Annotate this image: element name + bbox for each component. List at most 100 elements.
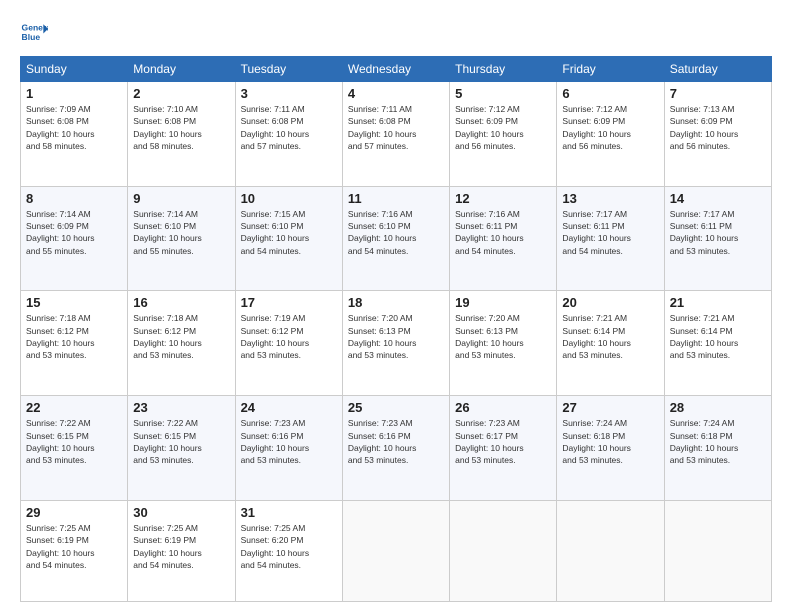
day-number: 15: [26, 295, 122, 310]
day-number: 16: [133, 295, 229, 310]
day-info: Sunrise: 7:25 AMSunset: 6:19 PMDaylight:…: [26, 522, 122, 571]
calendar-cell: 13Sunrise: 7:17 AMSunset: 6:11 PMDayligh…: [557, 186, 664, 291]
day-number: 8: [26, 191, 122, 206]
weekday-header: Thursday: [450, 57, 557, 82]
day-info: Sunrise: 7:25 AMSunset: 6:19 PMDaylight:…: [133, 522, 229, 571]
weekday-header: Sunday: [21, 57, 128, 82]
calendar-cell: 24 Sunrise: 7:23 AMSunset: 6:16 PMDayligh…: [235, 396, 342, 501]
calendar-cell: 21 Sunrise: 7:21 AMSunset: 6:14 PMDayligh…: [664, 291, 771, 396]
day-info: Sunrise: 7:18 AMSunset: 6:12 PMDaylight:…: [26, 312, 122, 361]
calendar-cell: 2 Sunrise: 7:10 AMSunset: 6:08 PMDaylight…: [128, 82, 235, 187]
day-number: 10: [241, 191, 337, 206]
day-number: 14: [670, 191, 766, 206]
calendar-cell: 17 Sunrise: 7:19 AMSunset: 6:12 PMDayligh…: [235, 291, 342, 396]
day-number: 27: [562, 400, 658, 415]
day-info: Sunrise: 7:21 AMSunset: 6:14 PMDaylight:…: [670, 312, 766, 361]
weekday-header: Friday: [557, 57, 664, 82]
day-number: 31: [241, 505, 337, 520]
calendar-cell: 1 Sunrise: 7:09 AMSunset: 6:08 PMDaylight…: [21, 82, 128, 187]
day-number: 26: [455, 400, 551, 415]
day-info: Sunrise: 7:16 AMSunset: 6:11 PMDaylight:…: [455, 208, 551, 257]
calendar-cell: 19Sunrise: 7:20 AMSunset: 6:13 PMDayligh…: [450, 291, 557, 396]
calendar-table: SundayMondayTuesdayWednesdayThursdayFrid…: [20, 56, 772, 602]
day-info: Sunrise: 7:11 AMSunset: 6:08 PMDaylight:…: [241, 103, 337, 152]
calendar-cell: 8 Sunrise: 7:14 AMSunset: 6:09 PMDaylight…: [21, 186, 128, 291]
calendar-cell: 10 Sunrise: 7:15 AMSunset: 6:10 PMDayligh…: [235, 186, 342, 291]
calendar-cell: 5 Sunrise: 7:12 AMSunset: 6:09 PMDaylight…: [450, 82, 557, 187]
page: General Blue SundayMondayTuesdayWednesda…: [0, 0, 792, 612]
day-number: 25: [348, 400, 444, 415]
day-info: Sunrise: 7:24 AMSunset: 6:18 PMDaylight:…: [562, 417, 658, 466]
day-number: 11: [348, 191, 444, 206]
day-number: 5: [455, 86, 551, 101]
calendar-cell: 7 Sunrise: 7:13 AMSunset: 6:09 PMDaylight…: [664, 82, 771, 187]
calendar-cell: 18 Sunrise: 7:20 AMSunset: 6:13 PMDayligh…: [342, 291, 449, 396]
calendar-cell: 14Sunrise: 7:17 AMSunset: 6:11 PMDayligh…: [664, 186, 771, 291]
day-number: 19: [455, 295, 551, 310]
calendar-cell: 28 Sunrise: 7:24 AMSunset: 6:18 PMDayligh…: [664, 396, 771, 501]
day-number: 21: [670, 295, 766, 310]
calendar-cell: 25 Sunrise: 7:23 AMSunset: 6:16 PMDayligh…: [342, 396, 449, 501]
logo-icon: General Blue: [20, 18, 48, 46]
day-info: Sunrise: 7:25 AMSunset: 6:20 PMDaylight:…: [241, 522, 337, 571]
calendar-cell: [450, 500, 557, 601]
day-info: Sunrise: 7:14 AMSunset: 6:10 PMDaylight:…: [133, 208, 229, 257]
day-number: 22: [26, 400, 122, 415]
day-number: 6: [562, 86, 658, 101]
calendar-cell: 12 Sunrise: 7:16 AMSunset: 6:11 PMDayligh…: [450, 186, 557, 291]
day-info: Sunrise: 7:10 AMSunset: 6:08 PMDaylight:…: [133, 103, 229, 152]
day-number: 7: [670, 86, 766, 101]
calendar-cell: 27 Sunrise: 7:24 AMSunset: 6:18 PMDayligh…: [557, 396, 664, 501]
weekday-header: Tuesday: [235, 57, 342, 82]
calendar-cell: 23 Sunrise: 7:22 AMSunset: 6:15 PMDayligh…: [128, 396, 235, 501]
day-info: Sunrise: 7:11 AMSunset: 6:08 PMDaylight:…: [348, 103, 444, 152]
svg-text:Blue: Blue: [22, 32, 41, 42]
calendar-cell: 15 Sunrise: 7:18 AMSunset: 6:12 PMDayligh…: [21, 291, 128, 396]
day-info: Sunrise: 7:22 AMSunset: 6:15 PMDaylight:…: [133, 417, 229, 466]
calendar-cell: 4 Sunrise: 7:11 AMSunset: 6:08 PMDaylight…: [342, 82, 449, 187]
day-number: 13: [562, 191, 658, 206]
calendar-cell: 29 Sunrise: 7:25 AMSunset: 6:19 PMDayligh…: [21, 500, 128, 601]
calendar-cell: 30 Sunrise: 7:25 AMSunset: 6:19 PMDayligh…: [128, 500, 235, 601]
weekday-header: Monday: [128, 57, 235, 82]
day-number: 18: [348, 295, 444, 310]
calendar-cell: 20Sunrise: 7:21 AMSunset: 6:14 PMDayligh…: [557, 291, 664, 396]
day-info: Sunrise: 7:23 AMSunset: 6:17 PMDaylight:…: [455, 417, 551, 466]
day-number: 23: [133, 400, 229, 415]
calendar-cell: 16 Sunrise: 7:18 AMSunset: 6:12 PMDayligh…: [128, 291, 235, 396]
logo: General Blue: [20, 18, 48, 46]
calendar-cell: 11Sunrise: 7:16 AMSunset: 6:10 PMDayligh…: [342, 186, 449, 291]
calendar-cell: 22Sunrise: 7:22 AMSunset: 6:15 PMDayligh…: [21, 396, 128, 501]
calendar-cell: [342, 500, 449, 601]
calendar-cell: [557, 500, 664, 601]
day-number: 30: [133, 505, 229, 520]
day-number: 24: [241, 400, 337, 415]
header: General Blue: [20, 18, 772, 46]
day-info: Sunrise: 7:12 AMSunset: 6:09 PMDaylight:…: [455, 103, 551, 152]
day-info: Sunrise: 7:18 AMSunset: 6:12 PMDaylight:…: [133, 312, 229, 361]
day-info: Sunrise: 7:09 AMSunset: 6:08 PMDaylight:…: [26, 103, 122, 152]
day-info: Sunrise: 7:13 AMSunset: 6:09 PMDaylight:…: [670, 103, 766, 152]
weekday-header: Saturday: [664, 57, 771, 82]
day-number: 17: [241, 295, 337, 310]
calendar-cell: 31 Sunrise: 7:25 AMSunset: 6:20 PMDayligh…: [235, 500, 342, 601]
day-number: 20: [562, 295, 658, 310]
day-info: Sunrise: 7:14 AMSunset: 6:09 PMDaylight:…: [26, 208, 122, 257]
day-info: Sunrise: 7:15 AMSunset: 6:10 PMDaylight:…: [241, 208, 337, 257]
calendar-cell: 3 Sunrise: 7:11 AMSunset: 6:08 PMDaylight…: [235, 82, 342, 187]
day-info: Sunrise: 7:19 AMSunset: 6:12 PMDaylight:…: [241, 312, 337, 361]
day-number: 1: [26, 86, 122, 101]
day-info: Sunrise: 7:23 AMSunset: 6:16 PMDaylight:…: [241, 417, 337, 466]
day-number: 3: [241, 86, 337, 101]
day-info: Sunrise: 7:24 AMSunset: 6:18 PMDaylight:…: [670, 417, 766, 466]
day-number: 28: [670, 400, 766, 415]
day-number: 29: [26, 505, 122, 520]
day-number: 12: [455, 191, 551, 206]
day-number: 2: [133, 86, 229, 101]
weekday-header: Wednesday: [342, 57, 449, 82]
day-number: 4: [348, 86, 444, 101]
day-number: 9: [133, 191, 229, 206]
calendar-cell: 6Sunrise: 7:12 AMSunset: 6:09 PMDaylight…: [557, 82, 664, 187]
day-info: Sunrise: 7:23 AMSunset: 6:16 PMDaylight:…: [348, 417, 444, 466]
day-info: Sunrise: 7:20 AMSunset: 6:13 PMDaylight:…: [348, 312, 444, 361]
